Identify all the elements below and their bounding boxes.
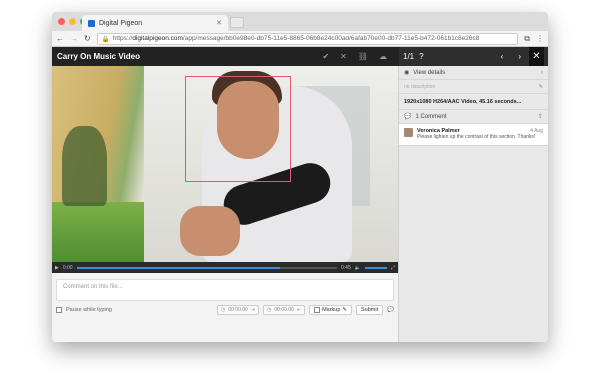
chat-icon[interactable]: 💬 bbox=[387, 307, 394, 313]
markup-button[interactable]: Markup ✎ bbox=[309, 305, 353, 315]
app-header: Carry On Music Video ✔ ✕ ⛓ ☁ 1/1 ? ‹ › ✕ bbox=[52, 47, 548, 66]
progress-track[interactable] bbox=[76, 266, 338, 269]
time-in-field[interactable]: ◷ 00:00.00 ⇥ bbox=[216, 305, 260, 315]
page-title: Carry On Music Video bbox=[57, 52, 140, 61]
description-field[interactable]: no description ✎ bbox=[399, 80, 548, 94]
current-time: 0:00 bbox=[62, 264, 73, 271]
set-in-icon[interactable]: ⇥ bbox=[251, 307, 255, 313]
time-out-value: 00:00.00 bbox=[274, 307, 294, 313]
pause-checkbox[interactable] bbox=[56, 307, 62, 313]
comment-item[interactable]: Veronica Palmer 4 Aug Please lighten up … bbox=[399, 124, 548, 146]
url-domain: digitalpigeon.com bbox=[132, 35, 183, 42]
file-info: 1920x1080 H264/AAC Video, 45.16 seconds.… bbox=[399, 94, 548, 110]
details-sidebar: ◉ View details ‹ no description ✎ 1920x1… bbox=[398, 66, 548, 342]
comments-header: 💬 1 Comment ⇪ bbox=[399, 110, 548, 124]
comment-toolbar: Pause while typing ◷ 00:00.00 ⇥ ◷ 00:00.… bbox=[56, 305, 394, 315]
time-out-field[interactable]: ◷ 00:00.00 ⇤ bbox=[263, 305, 306, 315]
pencil-icon: ✎ bbox=[342, 307, 348, 313]
browser-tab[interactable]: Digital Pigeon ✕ bbox=[82, 15, 228, 31]
reload-icon[interactable]: ↻ bbox=[84, 34, 91, 43]
submit-button[interactable]: Submit bbox=[356, 305, 384, 315]
comment-input[interactable]: Comment on this file... bbox=[56, 279, 394, 301]
forward-icon[interactable]: → bbox=[70, 34, 78, 43]
comments-count: 1 Comment bbox=[415, 113, 447, 120]
url-prefix: https:// bbox=[112, 35, 133, 42]
link-icon[interactable]: ⛓ bbox=[358, 52, 368, 61]
set-out-icon[interactable]: ⇤ bbox=[297, 307, 301, 313]
view-details-label: View details bbox=[413, 69, 446, 76]
help-icon[interactable]: ? bbox=[419, 52, 423, 61]
video-arm bbox=[180, 206, 240, 256]
close-viewer-button[interactable]: ✕ bbox=[529, 47, 544, 66]
header-actions: ✔ ✕ ⛓ ☁ bbox=[322, 52, 387, 61]
media-panel: ▶ 0:00 0:45 🔈 ⤢ Comment on this file... … bbox=[52, 66, 398, 342]
url-path: /app/message/bb0e98e0-db75-11e5-8865-06b… bbox=[182, 35, 480, 42]
tab-bar: Digital Pigeon ✕ bbox=[52, 12, 548, 31]
avatar bbox=[404, 128, 413, 137]
markup-checkbox[interactable] bbox=[314, 307, 321, 313]
clock-icon: ◷ bbox=[220, 307, 226, 313]
url-field[interactable]: 🔒 https://digitalpigeon.com/app/message/… bbox=[96, 32, 519, 45]
extension-icon[interactable]: ⧉ bbox=[524, 34, 530, 44]
comment-text: Please lighten up the contrast of this s… bbox=[417, 134, 536, 140]
pager-count: 1/1 bbox=[403, 52, 415, 61]
time-in-value: 00:00.00 bbox=[228, 307, 248, 313]
next-icon[interactable]: › bbox=[518, 52, 521, 61]
viewer-body: ▶ 0:00 0:45 🔈 ⤢ Comment on this file... … bbox=[52, 66, 548, 342]
browser-window: Digital Pigeon ✕ ← → ↻ 🔒 https://digital… bbox=[52, 12, 548, 342]
collapse-icon[interactable]: ‹ bbox=[541, 70, 543, 76]
pause-label: Pause while typing bbox=[66, 307, 112, 313]
progress-fill bbox=[76, 266, 280, 269]
comment-icon: 💬 bbox=[404, 114, 412, 120]
menu-icon[interactable]: ⋮ bbox=[536, 34, 544, 43]
video-frame[interactable] bbox=[52, 66, 398, 262]
play-icon[interactable]: ▶ bbox=[55, 265, 59, 271]
volume-slider[interactable] bbox=[364, 266, 387, 269]
close-window-button[interactable] bbox=[58, 18, 65, 25]
tab-title: Digital Pigeon bbox=[99, 19, 143, 27]
edit-icon[interactable]: ✎ bbox=[539, 84, 543, 90]
address-bar-row: ← → ↻ 🔒 https://digitalpigeon.com/app/me… bbox=[52, 31, 548, 47]
markup-annotation-box[interactable] bbox=[185, 76, 291, 182]
video-tree bbox=[62, 126, 107, 206]
markup-label: Markup bbox=[322, 307, 341, 313]
eye-icon: ◉ bbox=[404, 70, 410, 76]
submit-label: Submit bbox=[361, 307, 379, 313]
previous-icon[interactable]: ‹ bbox=[501, 52, 504, 61]
export-icon[interactable]: ⇪ bbox=[538, 113, 543, 120]
favicon-icon bbox=[88, 19, 95, 27]
download-icon[interactable]: ☁ bbox=[379, 52, 387, 61]
close-tab-icon[interactable]: ✕ bbox=[216, 19, 222, 27]
approve-icon[interactable]: ✔ bbox=[322, 52, 329, 61]
pager: 1/1 ? ‹ › ✕ bbox=[399, 47, 548, 66]
player-controls: ▶ 0:00 0:45 🔈 ⤢ bbox=[52, 262, 398, 273]
minimize-window-button[interactable] bbox=[69, 18, 76, 25]
new-tab-button[interactable] bbox=[230, 17, 244, 28]
reject-icon[interactable]: ✕ bbox=[340, 52, 347, 61]
lock-icon: 🔒 bbox=[101, 35, 110, 43]
description-placeholder: no description bbox=[404, 83, 436, 90]
total-time: 0:45 bbox=[341, 264, 351, 271]
view-details-row[interactable]: ◉ View details ‹ bbox=[399, 66, 548, 80]
back-icon[interactable]: ← bbox=[56, 34, 64, 43]
fullscreen-icon[interactable]: ⤢ bbox=[391, 265, 395, 271]
volume-icon[interactable]: 🔈 bbox=[355, 265, 361, 271]
clock-icon: ◷ bbox=[267, 307, 272, 313]
